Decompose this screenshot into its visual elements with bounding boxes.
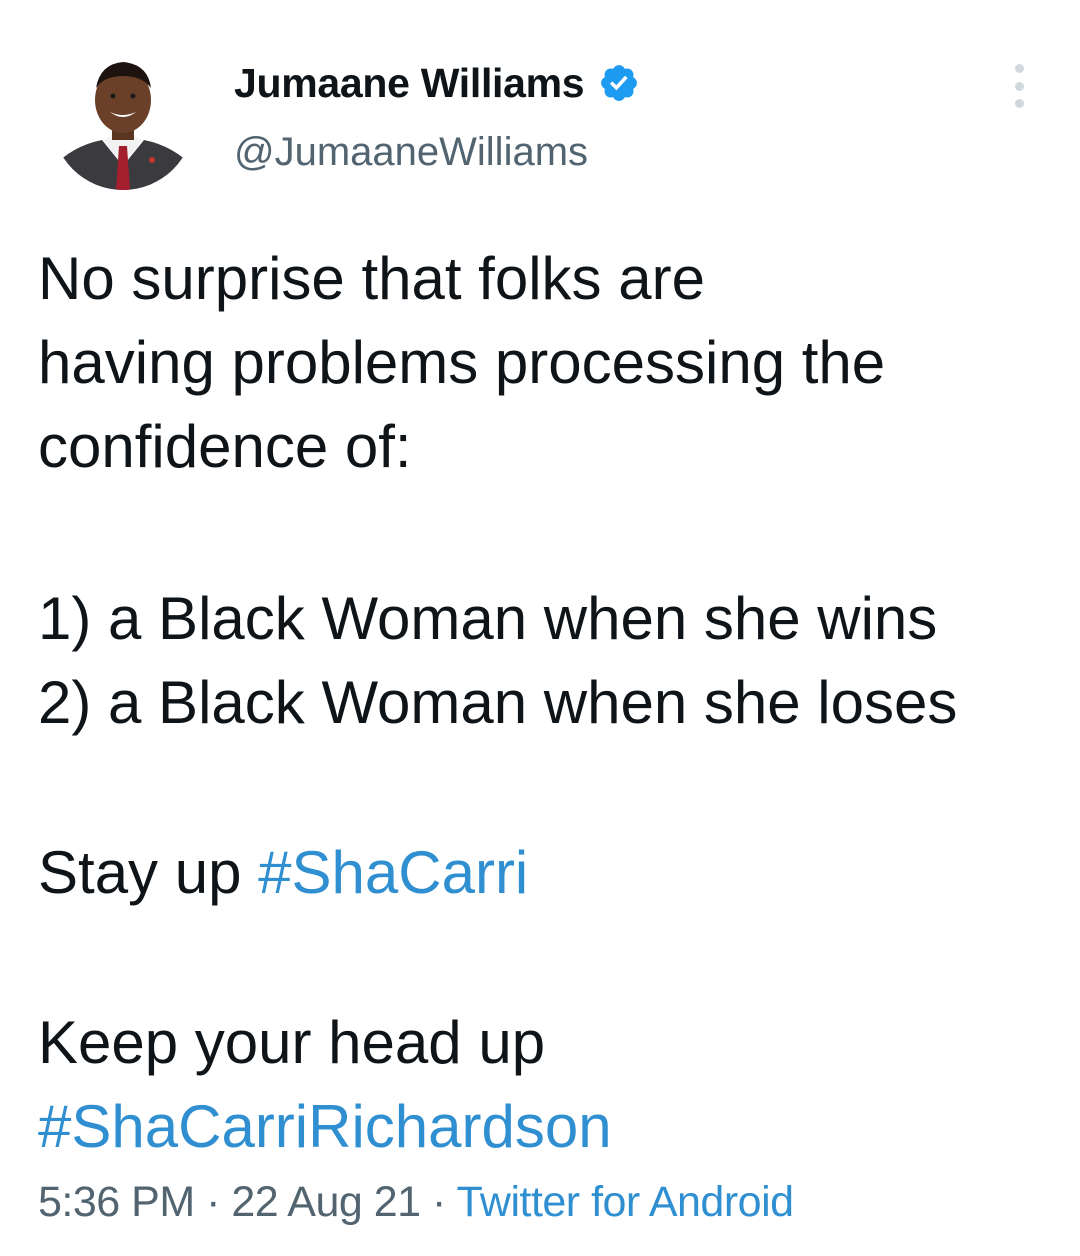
tweet-text-line: having problems processing the: [38, 329, 886, 396]
verified-badge-icon: [598, 62, 640, 104]
tweet-text-line: 1) a Black Woman when she wins: [38, 585, 938, 652]
author-name-row[interactable]: Jumaane Williams: [234, 58, 640, 108]
tweet-text-line: Stay up #ShaCarri: [38, 838, 528, 908]
avatar[interactable]: [52, 48, 194, 190]
hashtag-link[interactable]: #ShaCarriRichardson: [38, 1092, 612, 1162]
meta-separator: ·: [194, 1178, 232, 1226]
tweet: Jumaane Williams @JumaaneWilliams No sur…: [0, 0, 1080, 1256]
tweet-metadata: 5:36 PM · 22 Aug 21 · Twitter for Androi…: [38, 1178, 794, 1227]
tweet-source-link[interactable]: Twitter for Android: [457, 1178, 795, 1226]
tweet-text-line: 2) a Black Woman when she loses: [38, 669, 958, 736]
more-options-icon[interactable]: [1004, 64, 1034, 108]
tweet-text-line: confidence of:: [38, 413, 412, 480]
tweet-text-line: Keep your head up: [38, 1009, 546, 1076]
hashtag-link[interactable]: #ShaCarri: [258, 839, 528, 906]
tweet-time[interactable]: 5:36 PM: [38, 1178, 195, 1226]
meta-separator: ·: [420, 1178, 457, 1226]
tweet-date[interactable]: 22 Aug 21: [231, 1178, 421, 1226]
author-display-name[interactable]: Jumaane Williams: [234, 60, 585, 107]
tweet-text-line: No surprise that folks are: [38, 245, 705, 312]
stay-up-text: Stay up: [38, 839, 259, 906]
author-handle[interactable]: @JumaaneWilliams: [234, 130, 588, 175]
avatar-image: [52, 48, 194, 190]
